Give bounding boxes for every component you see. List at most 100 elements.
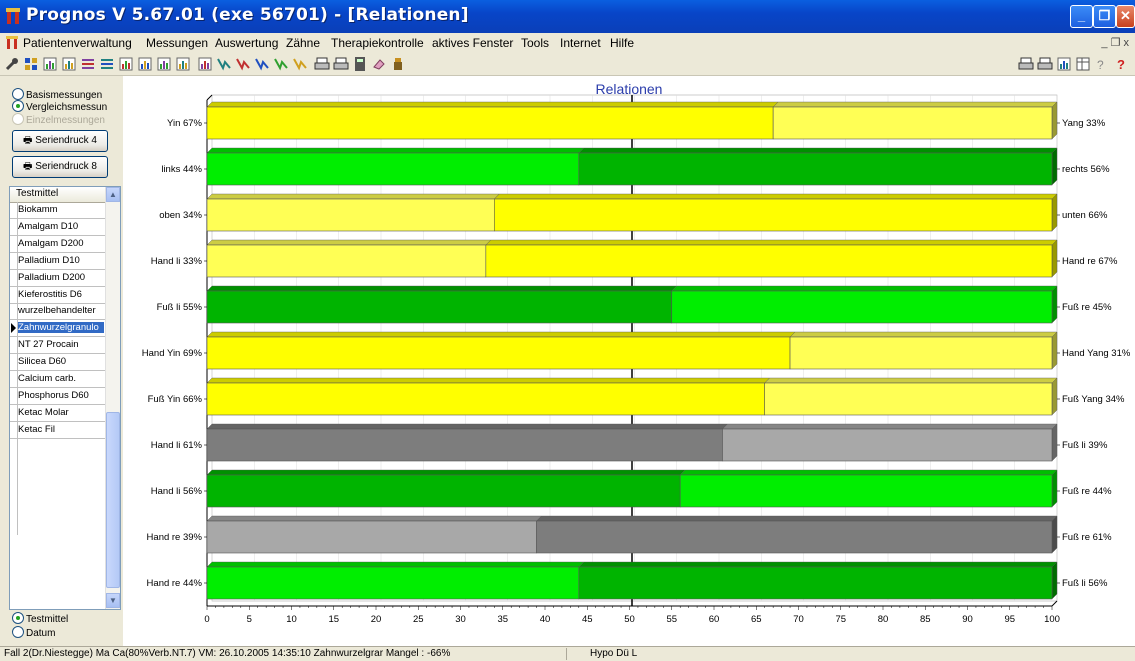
- print-icon[interactable]: [333, 56, 349, 72]
- curve-icon[interactable]: [216, 56, 232, 72]
- menu-tools[interactable]: Tools: [521, 36, 549, 50]
- bar-left-label: oben 34%: [159, 210, 202, 221]
- person-icon[interactable]: [390, 56, 406, 72]
- seriendruck-8-button[interactable]: 🖶 Seriendruck 8: [12, 156, 108, 178]
- menu-aktives-fenster[interactable]: aktives Fenster: [432, 36, 513, 50]
- radio-testmittel[interactable]: Testmittel: [12, 612, 68, 625]
- radio-testmittel-label: Testmittel: [26, 614, 69, 625]
- chart-icon[interactable]: [175, 56, 191, 72]
- list-item[interactable]: Palladium D10: [10, 253, 105, 270]
- print-preview-icon[interactable]: [1037, 56, 1053, 72]
- chart-icon[interactable]: [42, 56, 58, 72]
- table-icon[interactable]: [1075, 56, 1091, 72]
- menu-patientenverwaltung[interactable]: Patientenverwaltung: [23, 36, 132, 50]
- seriendruck-4-button[interactable]: 🖶 Seriendruck 4: [12, 130, 108, 152]
- bar-top-face: [578, 561, 1058, 568]
- list-item[interactable]: Phosphorus D60: [10, 388, 105, 405]
- testmittel-list[interactable]: Testmittel Biokamm Amalgam D10 Amalgam D20…: [9, 186, 121, 610]
- mdi-window-controls[interactable]: _ ❐ x: [1101, 36, 1129, 49]
- bar-right-label: rechts 56%: [1062, 164, 1110, 175]
- curve-icon[interactable]: [254, 56, 270, 72]
- radio-off-icon: [12, 88, 24, 100]
- print-icon[interactable]: [1018, 56, 1034, 72]
- bar-end-face: [1051, 561, 1058, 600]
- bar-end-face: [1051, 423, 1058, 462]
- scroll-down-icon[interactable]: ▼: [106, 593, 120, 608]
- tool-icon[interactable]: [4, 56, 20, 72]
- chart-icon[interactable]: [118, 56, 134, 72]
- chart-icon[interactable]: [197, 56, 213, 72]
- list-icon[interactable]: [80, 56, 96, 72]
- list-item[interactable]: Amalgam D200: [10, 236, 105, 253]
- restore-button[interactable]: ❐: [1093, 5, 1116, 28]
- minimize-button[interactable]: _: [1070, 5, 1093, 28]
- x-tick-label: 35: [497, 614, 508, 625]
- vertical-scrollbar[interactable]: ▲ ▼: [105, 187, 120, 609]
- bar-left-label: links 44%: [161, 164, 202, 175]
- menu-internet[interactable]: Internet: [560, 36, 601, 50]
- status-diagnosis: Hypo Dü L: [590, 648, 638, 659]
- close-button[interactable]: ✕: [1116, 5, 1135, 28]
- curve-icon[interactable]: [273, 56, 289, 72]
- curve-icon[interactable]: [235, 56, 251, 72]
- list-header[interactable]: Testmittel: [10, 187, 106, 203]
- menu-messungen[interactable]: Messungen: [146, 36, 208, 50]
- list-item[interactable]: Zahnwurzelgranulo: [10, 320, 105, 338]
- menu-auswertung[interactable]: Auswertung: [215, 36, 278, 50]
- list-item[interactable]: wurzelbehandelter: [10, 303, 105, 321]
- chart-icon[interactable]: [1056, 56, 1072, 72]
- calculator-icon[interactable]: [352, 56, 368, 72]
- chart-icon[interactable]: [61, 56, 77, 72]
- bar-end-face: [1051, 239, 1058, 278]
- bar-end-face: [1051, 469, 1058, 508]
- title-bar[interactable]: Prognos V 5.67.01 (exe 56701) - [Relatio…: [0, 0, 1135, 33]
- x-tick-label: 40: [540, 614, 551, 625]
- bar-left-segment: [206, 428, 723, 462]
- x-tick-label: 90: [962, 614, 973, 625]
- help-icon[interactable]: ?: [1094, 56, 1110, 72]
- list-item[interactable]: Amalgam D10: [10, 219, 105, 236]
- list-item-label: Amalgam D10: [18, 220, 79, 232]
- curve-icon[interactable]: [292, 56, 308, 72]
- radio-vergleichsmessung[interactable]: Vergleichsmessun: [12, 100, 107, 113]
- list-item[interactable]: NT 27 Procain: [10, 337, 105, 355]
- radio-on-icon: [12, 100, 24, 112]
- list-item[interactable]: Palladium D200: [10, 270, 105, 287]
- eraser-icon[interactable]: [371, 56, 387, 72]
- bar-top-face: [721, 423, 1058, 430]
- menu-therapiekontrolle[interactable]: Therapiekontrolle: [331, 36, 424, 50]
- print-icon[interactable]: [314, 56, 330, 72]
- scroll-thumb[interactable]: [106, 412, 120, 588]
- bar-left-segment: [206, 566, 580, 600]
- bar-right-label: Fuß Yang 34%: [1062, 394, 1125, 405]
- question-icon[interactable]: ?: [1113, 56, 1129, 72]
- list-icon[interactable]: [99, 56, 115, 72]
- svg-text:?: ?: [1097, 58, 1104, 72]
- menu-zaehne[interactable]: Zähne: [286, 36, 320, 50]
- list-item[interactable]: Calcium carb.: [10, 371, 105, 388]
- seriendruck-4-label: Seriendruck 4: [35, 135, 97, 146]
- bar-top-face: [764, 377, 1058, 384]
- list-item-label: Silicea D60: [18, 356, 67, 368]
- list-item[interactable]: Silicea D60: [10, 354, 105, 372]
- bar-left-segment: [206, 198, 495, 232]
- list-item[interactable]: Ketac Molar: [10, 405, 105, 422]
- bar-icon[interactable]: [156, 56, 172, 72]
- bar-right-label: Yang 33%: [1062, 118, 1106, 129]
- radio-datum[interactable]: Datum: [12, 626, 55, 639]
- grid-icon[interactable]: [23, 56, 39, 72]
- chart-icon[interactable]: [137, 56, 153, 72]
- scroll-up-icon[interactable]: ▲: [106, 187, 120, 202]
- bar-top-face: [206, 285, 678, 292]
- list-item[interactable]: Biokamm: [10, 202, 105, 219]
- chart-area: Relationen Yin 67% Yang 33% links 44% recht…: [123, 76, 1135, 646]
- bar-left-segment: [206, 382, 766, 416]
- list-item[interactable]: Ketac Fil: [10, 422, 105, 439]
- bar-left-segment: [206, 520, 537, 554]
- axis-depth-line: [1051, 600, 1058, 607]
- mdi-app-icon[interactable]: [6, 36, 18, 49]
- list-item[interactable]: Kieferostitis D6: [10, 287, 105, 304]
- menu-hilfe[interactable]: Hilfe: [610, 36, 634, 50]
- printer-icon: 🖶: [23, 135, 33, 146]
- list-item-label: Kieferostitis D6: [18, 288, 82, 300]
